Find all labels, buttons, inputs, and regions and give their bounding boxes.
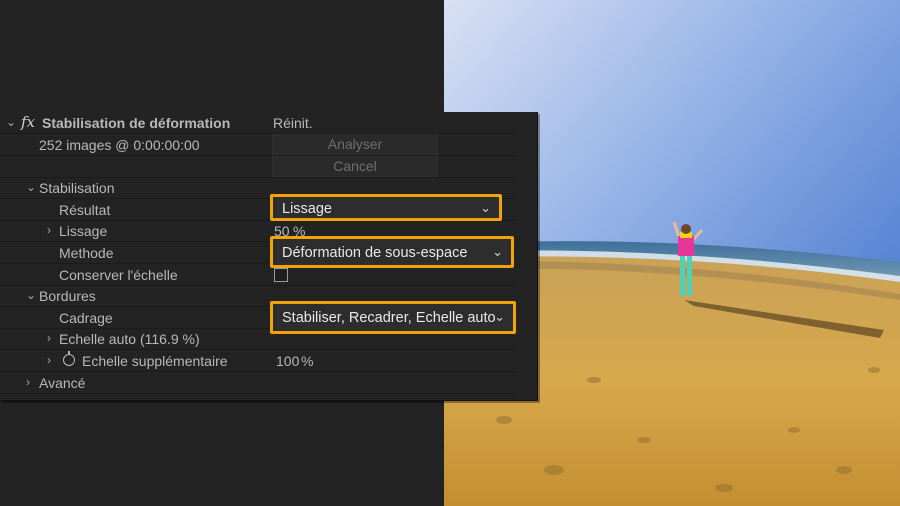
advanced-group[interactable]: › Avancé bbox=[0, 372, 517, 394]
framing-dropdown-value: Stabiliser, Recadrer, Echelle auto bbox=[282, 310, 496, 326]
chevron-down-icon: ⌄ bbox=[492, 244, 503, 259]
stabilisation-label: Stabilisation bbox=[39, 180, 115, 196]
effect-title: Stabilisation de déformation bbox=[42, 115, 231, 131]
result-label: Résultat bbox=[59, 202, 111, 218]
cancel-button[interactable]: Cancel bbox=[272, 156, 438, 177]
additional-scale-label: Echelle supplémentaire bbox=[82, 353, 228, 369]
chevron-right-icon[interactable]: › bbox=[26, 375, 30, 389]
analyze-row: 252 images @ 0:00:00:00 Analyser bbox=[0, 134, 517, 156]
preserve-scale-label: Conserver l'échelle bbox=[59, 267, 178, 283]
additional-scale-value[interactable]: 100 bbox=[276, 353, 299, 369]
preserve-scale-checkbox[interactable] bbox=[274, 268, 288, 282]
chevron-right-icon[interactable]: › bbox=[47, 353, 51, 367]
framing-dropdown[interactable]: Stabiliser, Recadrer, Echelle auto ⌄ bbox=[270, 301, 516, 334]
borders-label: Bordures bbox=[39, 288, 96, 304]
cancel-row: Cancel bbox=[0, 156, 517, 178]
method-dropdown-value: Déformation de sous-espace bbox=[282, 245, 468, 261]
result-dropdown[interactable]: Lissage ⌄ bbox=[270, 194, 502, 221]
advanced-label: Avancé bbox=[39, 375, 86, 391]
framing-label: Cadrage bbox=[59, 310, 113, 326]
reset-link[interactable]: Réinit. bbox=[273, 115, 313, 131]
effect-controls-panel: ⌄ fx Stabilisation de déformation Réinit… bbox=[0, 112, 538, 401]
frames-info: 252 images @ 0:00:00:00 bbox=[39, 137, 200, 153]
additional-scale-unit: % bbox=[301, 353, 314, 369]
chevron-down-icon[interactable]: ⌄ bbox=[26, 180, 36, 194]
analyze-button[interactable]: Analyser bbox=[272, 134, 438, 155]
chevron-down-icon[interactable]: ⌄ bbox=[26, 288, 36, 302]
chevron-right-icon[interactable]: › bbox=[47, 223, 51, 237]
chevron-down-icon: ⌄ bbox=[494, 309, 505, 324]
additional-scale-row: › Echelle supplémentaire 100 % bbox=[0, 350, 517, 372]
method-label: Methode bbox=[59, 245, 114, 261]
auto-scale-label: Echelle auto (116.9 %) bbox=[59, 331, 200, 347]
method-dropdown[interactable]: Déformation de sous-espace ⌄ bbox=[270, 236, 514, 268]
chevron-down-icon: ⌄ bbox=[480, 200, 491, 215]
chevron-right-icon[interactable]: › bbox=[47, 331, 51, 345]
effect-header-row[interactable]: ⌄ fx Stabilisation de déformation Réinit… bbox=[0, 112, 517, 134]
stopwatch-icon[interactable] bbox=[63, 351, 75, 366]
result-dropdown-value: Lissage bbox=[282, 201, 332, 217]
chevron-down-icon[interactable]: ⌄ bbox=[6, 115, 16, 129]
fx-icon[interactable]: fx bbox=[21, 113, 35, 131]
smoothness-label: Lissage bbox=[59, 223, 108, 239]
